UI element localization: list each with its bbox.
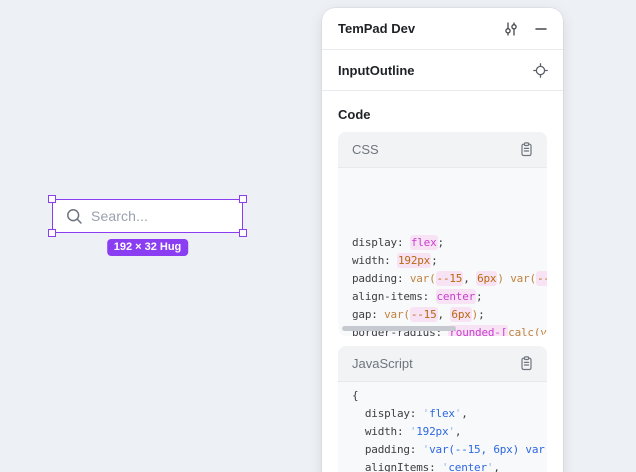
selection-handle-bottom-left[interactable] xyxy=(48,229,56,237)
code-value-token[interactable]: 192px xyxy=(397,253,431,268)
search-placeholder: Search... xyxy=(91,208,148,224)
selection-outline[interactable]: Search... 192 × 32 Hug xyxy=(52,199,243,233)
code-value-token[interactable]: --15 xyxy=(436,271,464,286)
selection-handle-top-left[interactable] xyxy=(48,195,56,203)
code-value-token[interactable]: center xyxy=(436,289,477,304)
size-badge: 192 × 32 Hug xyxy=(107,239,189,256)
adjust-sliders-icon[interactable] xyxy=(503,21,519,37)
selection-handle-top-right[interactable] xyxy=(239,195,247,203)
code-line: padding: 'var(--15, 6px) var( xyxy=(352,441,547,459)
code-line: alignItems: 'center', xyxy=(352,459,547,472)
tempad-dev-panel: TemPad Dev InputOutline xyxy=(322,8,563,472)
code-token: , xyxy=(493,461,499,472)
code-line: width: 192px; xyxy=(352,252,547,270)
code-token: , xyxy=(461,407,467,420)
code-section-title: Code xyxy=(338,107,547,122)
js-card-label: JavaScript xyxy=(352,356,413,371)
code-token: flex xyxy=(429,407,455,420)
code-token: var( xyxy=(410,272,436,285)
code-token: width: xyxy=(352,254,397,267)
code-line: { xyxy=(352,387,547,405)
code-token: display: xyxy=(352,407,423,420)
code-line: padding: var(--15, 6px) var(-- xyxy=(352,270,547,288)
code-token: center xyxy=(448,461,487,472)
code-token: , xyxy=(455,425,461,438)
code-token: va xyxy=(540,326,547,336)
code-value-token[interactable]: 6px xyxy=(450,307,471,322)
search-input-component[interactable]: Search... xyxy=(53,200,242,232)
code-token: ; xyxy=(438,236,444,249)
clipboard-icon xyxy=(519,142,534,157)
figma-canvas: Search... 192 × 32 Hug TemPad Dev xyxy=(0,0,636,472)
panel-header: TemPad Dev xyxy=(322,8,563,50)
css-code-block: display: flex;width: 192px;padding: var(… xyxy=(338,168,547,336)
component-name: InputOutline xyxy=(338,63,415,78)
code-value-token[interactable]: --15 xyxy=(410,307,438,322)
code-token: 192px xyxy=(416,425,448,438)
locate-target-icon[interactable] xyxy=(533,63,548,78)
code-token: align-items: xyxy=(352,290,436,303)
code-value-token[interactable]: 6px xyxy=(476,271,497,286)
code-card-css: CSS display: flex;width: 192px;padding: … xyxy=(338,132,547,336)
component-row[interactable]: InputOutline xyxy=(322,50,563,91)
minimize-icon[interactable] xyxy=(534,22,548,36)
code-line: align-items: center; xyxy=(352,288,547,306)
copy-css-button[interactable] xyxy=(519,142,534,157)
code-token: var(--15, 6px) var( xyxy=(429,443,547,456)
code-token: gap: xyxy=(352,308,384,321)
horizontal-scrollbar-thumb[interactable] xyxy=(342,326,456,331)
code-token: { xyxy=(352,389,358,402)
selection-handle-bottom-right[interactable] xyxy=(239,229,247,237)
js-card-header: JavaScript xyxy=(338,346,547,382)
code-token: , xyxy=(463,272,476,285)
code-token: display: xyxy=(352,236,410,249)
code-token: ; xyxy=(431,254,437,267)
code-token: ; xyxy=(476,290,482,303)
code-value-token[interactable]: -- xyxy=(536,271,547,286)
panel-title: TemPad Dev xyxy=(338,21,415,36)
code-token: alignItems: xyxy=(352,461,442,472)
code-value-token[interactable]: rounded-[ xyxy=(448,325,508,336)
code-token: padding: xyxy=(352,272,410,285)
code-token: calc( xyxy=(508,326,540,336)
code-line: display: 'flex', xyxy=(352,405,547,423)
code-line: display: flex; xyxy=(352,234,547,252)
code-line: gap: var(--15, 6px); xyxy=(352,306,547,324)
code-token: , xyxy=(438,308,451,321)
js-code-block: { display: 'flex', width: '192px', paddi… xyxy=(338,382,547,472)
code-token: var( xyxy=(510,272,536,285)
code-token: width: xyxy=(352,425,410,438)
code-token: padding: xyxy=(352,443,423,456)
code-token: var( xyxy=(384,308,410,321)
clipboard-icon xyxy=(519,356,534,371)
code-token: ; xyxy=(478,308,484,321)
code-line: width: '192px', xyxy=(352,423,547,441)
code-value-token[interactable]: flex xyxy=(410,235,438,250)
code-section: Code CSS d xyxy=(322,91,563,472)
css-card-header: CSS xyxy=(338,132,547,168)
code-card-javascript: JavaScript { display: 'flex', width: '19… xyxy=(338,346,547,472)
search-icon xyxy=(66,208,83,225)
css-card-label: CSS xyxy=(352,142,379,157)
copy-js-button[interactable] xyxy=(519,356,534,371)
